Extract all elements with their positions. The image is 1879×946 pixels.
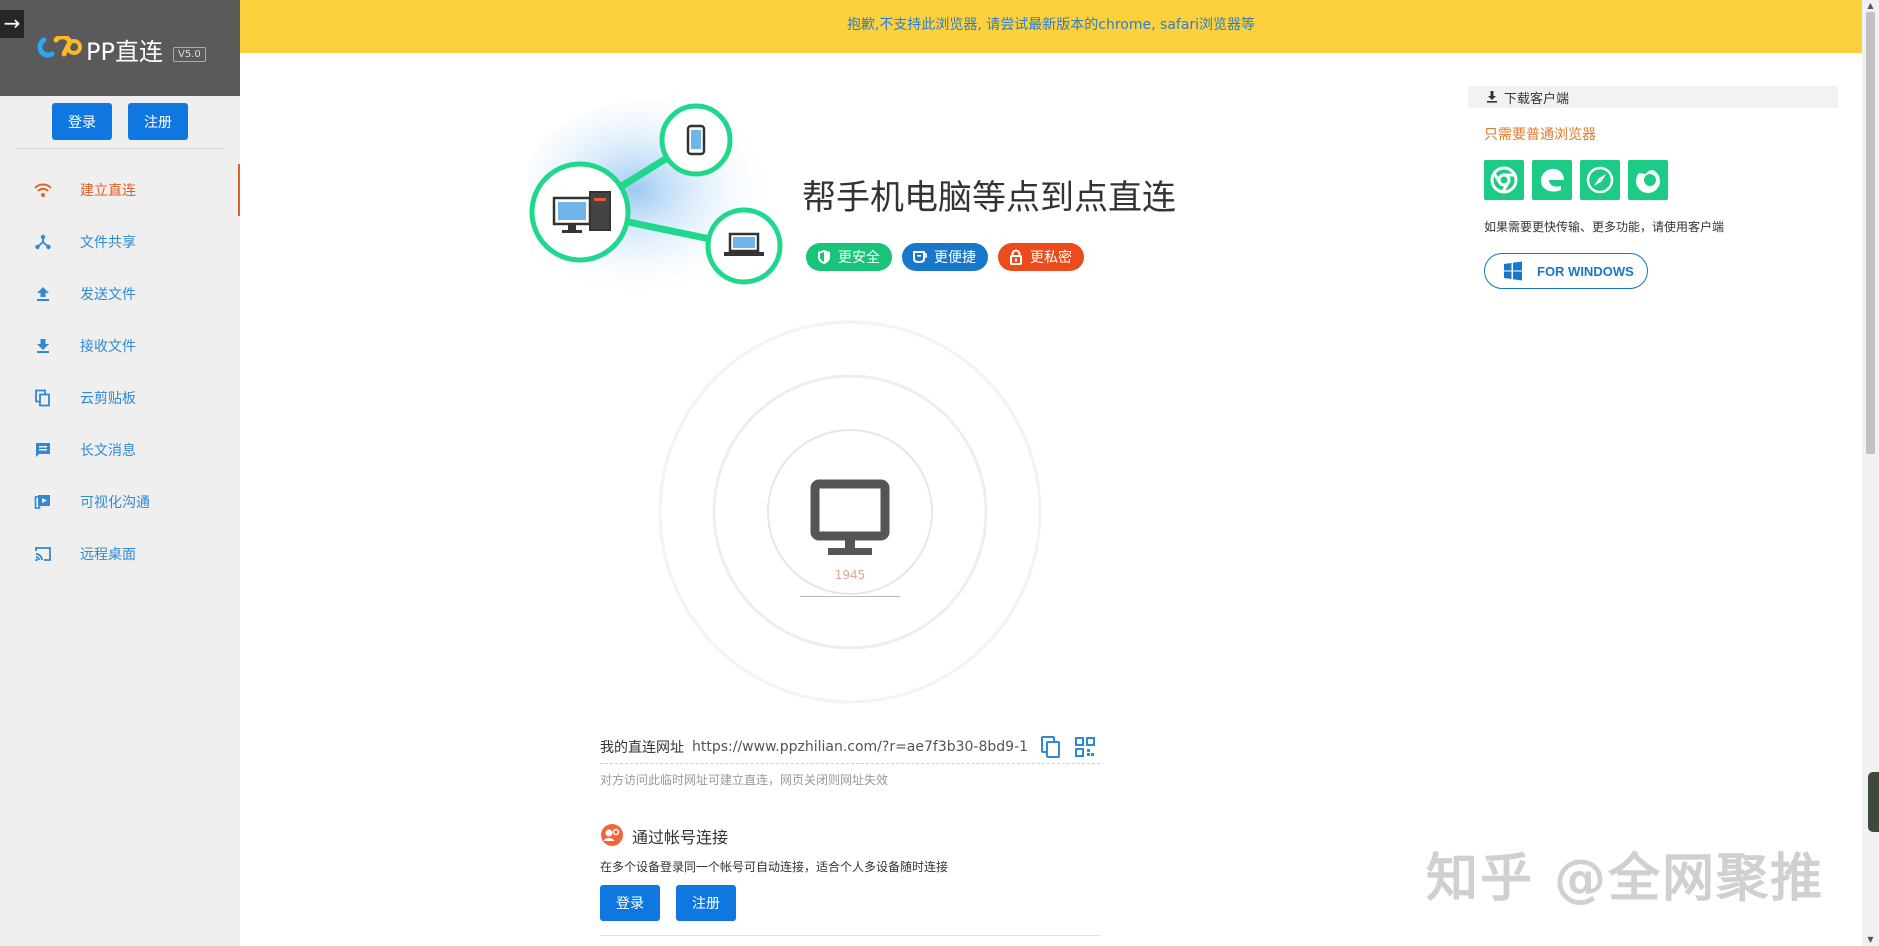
upload-icon	[34, 285, 52, 303]
download-icon	[34, 337, 52, 355]
shield-icon	[818, 250, 830, 264]
direct-link-hint: 对方访问此临时网址可建立直连，网页关闭则网址失效	[600, 773, 889, 787]
sidebar-item-connect[interactable]: 建立直连	[0, 164, 240, 216]
account-auth-buttons: 登录 注册	[600, 885, 736, 921]
badge-private: 更私密	[998, 243, 1084, 271]
sidebar-item-label: 远程桌面	[80, 547, 136, 563]
badge-convenient: 更便捷	[902, 243, 988, 271]
expand-arrow-icon[interactable]: →	[0, 10, 24, 38]
clipboard-icon	[34, 389, 52, 407]
this-device-radar	[658, 320, 1042, 704]
sidebar-item-label: 文件共享	[80, 235, 136, 251]
download-client-header[interactable]: 下载客户端	[1468, 86, 1838, 108]
direct-link-label: 我的直连网址	[600, 739, 684, 756]
safari-icon[interactable]	[1580, 160, 1620, 200]
scroll-thumb[interactable]	[1866, 12, 1875, 454]
sidebar-item-send-file[interactable]: 发送文件	[0, 268, 240, 320]
firefox-icon[interactable]	[1628, 160, 1668, 200]
section-divider	[600, 935, 1100, 936]
download-icon	[1487, 91, 1497, 103]
sidebar-item-file-share[interactable]: 文件共享	[0, 216, 240, 268]
app-window: → PP直连 V5.0 登录 注册 建立直连 文件共享 发送文件 接收文件 云剪…	[0, 0, 1879, 946]
unsupported-browser-banner: 抱歉,不支持此浏览器, 请尝试最新版本的chrome, safari浏览器等	[240, 0, 1862, 53]
edge-icon[interactable]	[1532, 160, 1572, 200]
badge-label: 更便捷	[934, 250, 976, 266]
video-icon	[34, 493, 52, 511]
version-badge: V5.0	[173, 47, 206, 62]
cup-icon	[913, 251, 927, 264]
hero-title: 帮手机电脑等点到点直连	[802, 178, 1176, 218]
sidebar-auth-buttons: 登录 注册	[0, 103, 240, 140]
client-hint-text: 如果需要更快传输、更多功能，请使用客户端	[1484, 220, 1725, 234]
connection-illustration	[528, 100, 783, 300]
badge-label: 更私密	[1030, 250, 1072, 266]
device-name-underline	[800, 596, 900, 597]
download-windows-label: FOR WINDOWS	[1537, 263, 1634, 279]
logo-area: → PP直连 V5.0	[0, 0, 240, 96]
sidebar-login-button[interactable]: 登录	[52, 103, 112, 140]
side-widget-handle[interactable]	[1868, 772, 1879, 832]
device-name: 1945	[834, 568, 866, 582]
badge-secure: 更安全	[806, 243, 892, 271]
sidebar-divider	[16, 148, 226, 149]
sidebar-menu: 建立直连 文件共享 发送文件 接收文件 云剪贴板 长文消息 可视化沟通 远程桌面	[0, 164, 240, 580]
copy-icon[interactable]	[1040, 735, 1062, 759]
login-button[interactable]: 登录	[600, 885, 660, 921]
scroll-up-icon[interactable]: ▲	[1862, 0, 1879, 12]
direct-link-row: 我的直连网址 https://www.ppzhilian.com/?r=ae7f…	[600, 730, 1100, 764]
badge-label: 更安全	[838, 250, 880, 266]
sidebar-item-label: 建立直连	[80, 183, 136, 199]
register-button[interactable]: 注册	[676, 885, 736, 921]
download-client-label: 下载客户端	[1504, 91, 1570, 107]
sidebar-item-long-message[interactable]: 长文消息	[0, 424, 240, 476]
sidebar-item-label: 接收文件	[80, 339, 136, 355]
browser-icons	[1484, 160, 1668, 200]
scroll-down-icon[interactable]: ▼	[1862, 934, 1879, 946]
message-icon	[34, 441, 52, 459]
sidebar-item-label: 云剪贴板	[80, 391, 136, 407]
sidebar-item-remote-desktop[interactable]: 远程桌面	[0, 528, 240, 580]
logo-icon	[37, 36, 82, 58]
sidebar-item-label: 发送文件	[80, 287, 136, 303]
windows-icon	[1504, 261, 1522, 281]
account-connect-title: 通过帐号连接	[632, 828, 729, 847]
sidebar-item-cloud-clipboard[interactable]: 云剪贴板	[0, 372, 240, 424]
sidebar: → PP直连 V5.0 登录 注册 建立直连 文件共享 发送文件 接收文件 云剪…	[0, 0, 240, 946]
watermark: 知乎 @全网聚推	[1426, 849, 1825, 909]
account-connect-icon	[601, 824, 623, 846]
wifi-icon	[34, 181, 52, 199]
sidebar-item-label: 可视化沟通	[80, 495, 150, 511]
account-connect-desc: 在多个设备登录同一个帐号可自动连接，适合个人多设备随时连接	[600, 860, 949, 874]
qr-code-icon[interactable]	[1074, 736, 1096, 758]
cast-icon	[34, 545, 52, 563]
sidebar-item-receive-file[interactable]: 接收文件	[0, 320, 240, 372]
logo-text: PP直连	[86, 38, 163, 66]
share-nodes-icon	[34, 233, 52, 251]
lock-icon	[1010, 249, 1022, 265]
sidebar-register-button[interactable]: 注册	[128, 103, 188, 140]
sidebar-item-label: 长文消息	[80, 443, 136, 459]
chrome-icon[interactable]	[1484, 160, 1524, 200]
download-windows-button[interactable]: FOR WINDOWS	[1484, 253, 1648, 289]
browser-only-text: 只需要普通浏览器	[1484, 127, 1596, 143]
feature-badges: 更安全 更便捷 更私密	[806, 243, 1084, 271]
direct-link-url[interactable]: https://www.ppzhilian.com/?r=ae7f3b30-8b…	[692, 739, 1028, 755]
sidebar-item-visual-chat[interactable]: 可视化沟通	[0, 476, 240, 528]
